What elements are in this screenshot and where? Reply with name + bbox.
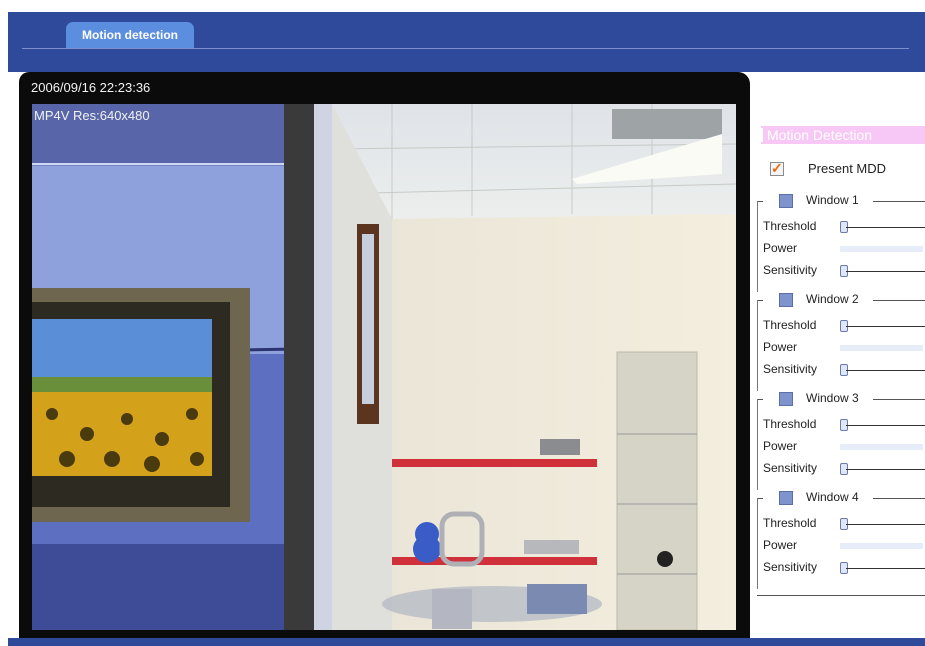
tab-motion-detection[interactable]: Motion detection <box>66 22 194 49</box>
window-4-group: Window 4 Threshold Power Sensitivity <box>757 490 925 589</box>
threshold-label: Threshold <box>763 516 817 530</box>
power-label: Power <box>763 241 798 255</box>
present-mdd-label: Present MDD <box>808 161 887 176</box>
sensitivity-track-1 <box>846 271 925 272</box>
camera-feed[interactable] <box>32 104 736 630</box>
power-meter-1 <box>840 246 923 252</box>
sensitivity-track-3 <box>846 469 925 470</box>
power-label: Power <box>763 340 798 354</box>
sensitivity-track-4 <box>846 568 925 569</box>
threshold-track-4 <box>846 524 925 525</box>
threshold-track-1 <box>846 227 925 228</box>
window-3-label: Window 3 <box>806 391 859 405</box>
window-2-checkbox[interactable] <box>779 293 793 307</box>
window-2-group: Window 2 Threshold Power Sensitivity <box>757 292 925 391</box>
sensitivity-label: Sensitivity <box>763 263 818 277</box>
nav-divider <box>22 48 909 49</box>
window-1-group: Window 1 Threshold Power Sensitivity <box>757 193 925 292</box>
sensitivity-label: Sensitivity <box>763 362 818 376</box>
panel-title: Motion Detection <box>761 126 925 144</box>
threshold-label: Threshold <box>763 417 817 431</box>
video-timestamp: 2006/09/16 22:23:36 <box>31 80 151 95</box>
window-4-label: Window 4 <box>806 490 859 504</box>
window-2-label: Window 2 <box>806 292 859 306</box>
motion-detection-panel: Motion Detection ✓ Present MDD Window 1 … <box>755 72 925 638</box>
threshold-label: Threshold <box>763 318 817 332</box>
power-label: Power <box>763 538 798 552</box>
window-1-checkbox[interactable] <box>779 194 793 208</box>
power-meter-2 <box>840 345 923 351</box>
window-3-group: Window 3 Threshold Power Sensitivity <box>757 391 925 490</box>
threshold-track-3 <box>846 425 925 426</box>
top-navigation-bar: Motion detection <box>8 12 925 58</box>
checkmark-icon: ✓ <box>771 160 783 176</box>
sub-header-bar <box>8 58 925 72</box>
window-1-label: Window 1 <box>806 193 859 207</box>
power-meter-3 <box>840 444 923 450</box>
power-label: Power <box>763 439 798 453</box>
video-viewer[interactable]: 2006/09/16 22:23:36 MP4V Res:640x480 <box>19 72 750 638</box>
codec-resolution-label: MP4V Res:640x480 <box>34 108 150 123</box>
panel-title-text: Motion Detection <box>767 127 873 143</box>
sensitivity-label: Sensitivity <box>763 461 818 475</box>
camera-scene-image <box>32 104 736 630</box>
bottom-bar <box>8 638 925 646</box>
sensitivity-label: Sensitivity <box>763 560 818 574</box>
panel-bottom-border <box>757 595 925 596</box>
window-4-checkbox[interactable] <box>779 491 793 505</box>
threshold-label: Threshold <box>763 219 817 233</box>
sensitivity-track-2 <box>846 370 925 371</box>
window-3-checkbox[interactable] <box>779 392 793 406</box>
power-meter-4 <box>840 543 923 549</box>
threshold-track-2 <box>846 326 925 327</box>
